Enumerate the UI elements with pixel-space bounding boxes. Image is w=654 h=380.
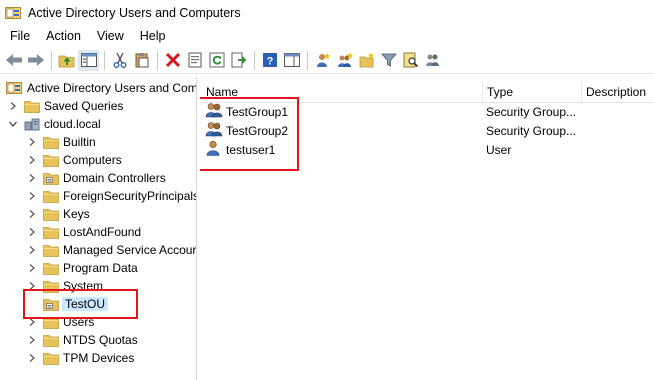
chevron-right-icon[interactable] bbox=[27, 227, 37, 237]
tree-item-builtin[interactable]: Builtin bbox=[27, 133, 96, 151]
tree-item-label: NTDS Quotas bbox=[63, 333, 138, 347]
find-icon[interactable] bbox=[400, 50, 421, 71]
menu-action[interactable]: Action bbox=[40, 26, 87, 46]
tree-item-label: Saved Queries bbox=[44, 99, 124, 113]
menu-bar: File Action View Help bbox=[0, 26, 654, 46]
aduc-app-icon bbox=[5, 6, 21, 20]
add-to-group-icon[interactable] bbox=[422, 50, 443, 71]
details-list: Name Type Description TestGroup1 Securit… bbox=[200, 77, 654, 380]
toolbar: ? bbox=[0, 47, 654, 74]
folder-icon bbox=[43, 208, 59, 221]
chevron-right-icon[interactable] bbox=[27, 137, 37, 147]
tree-item-label: Computers bbox=[63, 153, 122, 167]
tree-item-label: Keys bbox=[63, 207, 90, 221]
folder-icon bbox=[43, 352, 59, 365]
tree-item-label: Managed Service Accour bbox=[63, 243, 197, 257]
tree-root-label: Active Directory Users and Com bbox=[27, 81, 197, 95]
chevron-right-icon[interactable] bbox=[27, 245, 37, 255]
ou-folder-icon bbox=[43, 172, 59, 185]
new-user-icon[interactable] bbox=[312, 50, 333, 71]
testou-highlight-box bbox=[23, 289, 138, 319]
up-folder-icon[interactable] bbox=[56, 50, 77, 71]
new-group-icon[interactable] bbox=[334, 50, 355, 71]
chevron-right-icon[interactable] bbox=[27, 263, 37, 273]
objects-highlight-box bbox=[200, 97, 299, 171]
toolbar-separator bbox=[307, 50, 308, 70]
new-ou-icon[interactable] bbox=[356, 50, 377, 71]
tree-item-cloud-local[interactable]: cloud.local bbox=[8, 115, 101, 133]
chevron-right-icon[interactable] bbox=[27, 173, 37, 183]
tree-item-managed-service-accounts[interactable]: Managed Service Accour bbox=[27, 241, 196, 259]
tree-item-keys[interactable]: Keys bbox=[27, 205, 90, 223]
toolbar-separator bbox=[51, 50, 52, 70]
delete-icon[interactable] bbox=[162, 50, 183, 71]
tree-item-label: ForeignSecurityPrincipals bbox=[63, 189, 197, 203]
properties-icon[interactable] bbox=[184, 50, 205, 71]
chevron-right-icon[interactable] bbox=[27, 155, 37, 165]
tree-item-label: Program Data bbox=[63, 261, 138, 275]
svg-text:?: ? bbox=[266, 56, 273, 68]
tree-item-tpm-devices[interactable]: TPM Devices bbox=[27, 349, 134, 367]
folder-icon bbox=[43, 190, 59, 203]
help-icon[interactable]: ? bbox=[259, 50, 280, 71]
tree-item-label: cloud.local bbox=[44, 117, 101, 131]
chevron-right-icon[interactable] bbox=[27, 335, 37, 345]
menu-view[interactable]: View bbox=[91, 26, 130, 46]
menu-help[interactable]: Help bbox=[134, 26, 172, 46]
chevron-right-icon[interactable] bbox=[27, 191, 37, 201]
aduc-root-icon bbox=[6, 81, 22, 95]
tree-item-saved-queries[interactable]: Saved Queries bbox=[8, 97, 123, 115]
forward-icon[interactable] bbox=[25, 50, 46, 71]
folder-icon bbox=[43, 136, 59, 149]
tree-item-computers[interactable]: Computers bbox=[27, 151, 122, 169]
folder-icon bbox=[43, 334, 59, 347]
console-tree: Active Directory Users and Com Saved Que… bbox=[0, 77, 197, 380]
toolbar-separator bbox=[157, 50, 158, 70]
folder-icon bbox=[43, 226, 59, 239]
tree-item-foreign-security-principals[interactable]: ForeignSecurityPrincipals bbox=[27, 187, 197, 205]
menu-file[interactable]: File bbox=[4, 26, 36, 46]
folder-icon bbox=[24, 100, 40, 113]
tree-item-lost-and-found[interactable]: LostAndFound bbox=[27, 223, 141, 241]
window-title: Active Directory Users and Computers bbox=[28, 6, 241, 20]
show-hide-tree-icon[interactable] bbox=[78, 49, 99, 71]
type-cell: User bbox=[486, 143, 512, 157]
type-cell: Security Group... bbox=[486, 124, 577, 138]
chevron-right-icon[interactable] bbox=[8, 101, 18, 111]
toolbar-separator bbox=[254, 50, 255, 70]
chevron-right-icon[interactable] bbox=[27, 353, 37, 363]
domain-icon bbox=[24, 117, 40, 131]
console-view-icon[interactable] bbox=[281, 50, 302, 71]
tree-item-label: TPM Devices bbox=[63, 351, 135, 365]
folder-icon bbox=[43, 262, 59, 275]
toolbar-separator bbox=[104, 50, 105, 70]
chevron-down-icon[interactable] bbox=[8, 119, 18, 129]
folder-icon bbox=[43, 154, 59, 167]
folder-icon bbox=[43, 244, 59, 257]
export-list-icon[interactable] bbox=[228, 50, 249, 71]
tree-item-label: Builtin bbox=[63, 135, 96, 149]
column-header-type[interactable]: Type bbox=[483, 81, 582, 103]
tree-item-program-data[interactable]: Program Data bbox=[27, 259, 138, 277]
tree-root[interactable]: Active Directory Users and Com bbox=[6, 79, 197, 97]
tree-item-label: LostAndFound bbox=[63, 225, 142, 239]
cut-icon[interactable] bbox=[109, 50, 130, 71]
chevron-right-icon[interactable] bbox=[27, 209, 37, 219]
back-icon[interactable] bbox=[3, 50, 24, 71]
tree-item-ntds-quotas[interactable]: NTDS Quotas bbox=[27, 331, 138, 349]
tree-item-domain-controllers[interactable]: Domain Controllers bbox=[27, 169, 166, 187]
filter-icon[interactable] bbox=[378, 50, 399, 71]
type-cell: Security Group... bbox=[486, 105, 577, 119]
refresh-icon[interactable] bbox=[206, 50, 227, 71]
title-bar: Active Directory Users and Computers bbox=[0, 0, 654, 26]
column-header-description[interactable]: Description bbox=[582, 81, 654, 103]
tree-item-label: Domain Controllers bbox=[63, 171, 166, 185]
paste-icon[interactable] bbox=[131, 50, 152, 71]
